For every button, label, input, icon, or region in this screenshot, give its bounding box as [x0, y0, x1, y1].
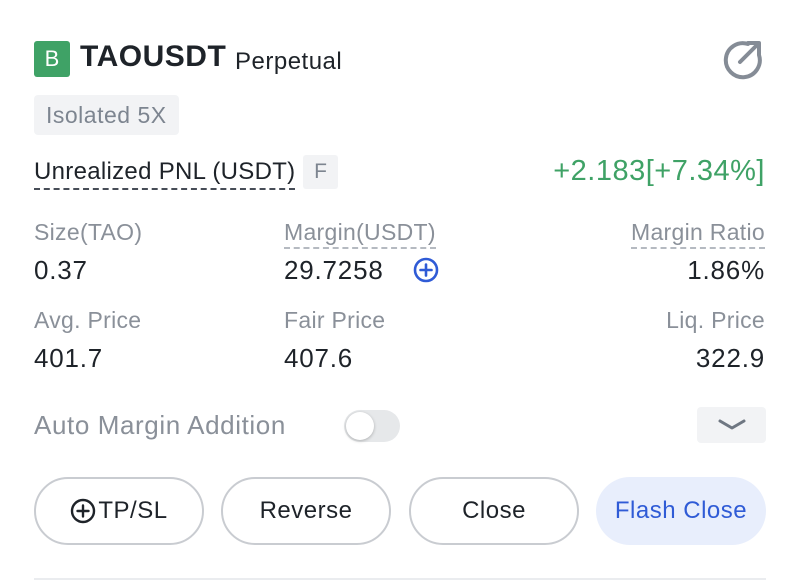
margin-label[interactable]: Margin(USDT): [284, 219, 436, 249]
pnl-type-tag: F: [303, 155, 338, 189]
liq-price-label: Liq. Price: [666, 307, 765, 333]
auto-margin-toggle[interactable]: [344, 410, 400, 442]
symbol-name: TAOUSDT: [80, 40, 227, 73]
avg-price-value: 401.7: [34, 343, 104, 373]
close-label: Close: [462, 497, 526, 524]
margin-ratio-label[interactable]: Margin Ratio: [631, 219, 765, 249]
add-circle-icon: [71, 498, 96, 524]
divider: [34, 578, 766, 580]
flash-close-label: Flash Close: [614, 497, 748, 524]
size-label: Size(TAO): [34, 219, 143, 245]
chevron-down-icon: [718, 419, 745, 430]
expand-button[interactable]: [697, 407, 766, 443]
tpsl-label: TP/SL: [98, 497, 168, 524]
fair-price-label: Fair Price: [284, 307, 386, 333]
add-margin-icon[interactable]: [413, 257, 439, 283]
flash-close-button[interactable]: Flash Close: [596, 477, 766, 545]
reverse-label: Reverse: [259, 497, 353, 524]
auto-margin-label: Auto Margin Addition: [34, 410, 286, 440]
reverse-button[interactable]: Reverse: [221, 477, 391, 545]
fair-price-value: 407.6: [284, 343, 354, 373]
margin-ratio-value: 1.86%: [687, 255, 765, 285]
margin-mode-tag[interactable]: Isolated 5X: [34, 95, 179, 135]
margin-value: 29.7258: [284, 255, 384, 285]
close-button[interactable]: Close: [409, 477, 579, 545]
share-icon[interactable]: [722, 38, 764, 80]
toggle-knob: [346, 412, 374, 440]
liq-price-value: 322.9: [695, 343, 765, 373]
size-value: 0.37: [34, 255, 88, 285]
unrealized-pnl-value: +2.183[+7.34%]: [553, 155, 765, 187]
side-badge: B: [34, 41, 70, 77]
tpsl-button[interactable]: TP/SL: [34, 477, 204, 545]
contract-type: Perpetual: [235, 48, 343, 75]
unrealized-pnl-label[interactable]: Unrealized PNL (USDT): [34, 158, 296, 190]
avg-price-label: Avg. Price: [34, 307, 142, 333]
